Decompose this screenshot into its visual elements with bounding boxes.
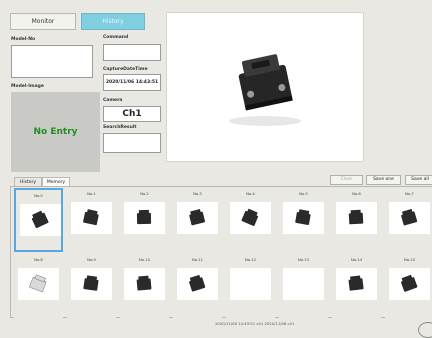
save-all-button[interactable]: Save all xyxy=(405,175,432,185)
memory-slot-label: No.15 xyxy=(403,257,416,262)
memory-slot-thumbnail xyxy=(18,268,59,300)
memory-slot[interactable]: No.12 xyxy=(226,254,275,318)
memory-slot[interactable]: No.11 xyxy=(173,254,222,318)
clear-button[interactable]: Clear xyxy=(330,175,363,185)
memory-slot-label: No.13 xyxy=(297,257,310,262)
memory-slot-thumbnail xyxy=(71,268,112,300)
memory-slot-label: No.0 xyxy=(34,193,43,198)
connector-icon xyxy=(401,208,418,226)
memory-slot-thumbnail xyxy=(177,202,218,234)
memory-slot-label: No.5 xyxy=(299,191,308,196)
connector-icon xyxy=(29,274,47,293)
status-bar-text: 2020/11/06 14:43:51 ch1 2020/11/06 ch1 xyxy=(215,321,295,326)
connector-icon xyxy=(83,209,99,226)
search-result-label: SearchResult xyxy=(103,125,137,130)
memory-slot-thumbnail xyxy=(177,268,218,300)
memory-slot[interactable]: No.8 xyxy=(14,254,63,318)
camera-label: Camera xyxy=(103,98,123,103)
capture-datetime-label: CaptureDateTime xyxy=(103,67,148,72)
memory-slot-thumbnail xyxy=(283,202,324,234)
capture-datetime-field: 2020/11/06 14:43:51 xyxy=(103,74,161,91)
connector-icon xyxy=(83,275,99,291)
memory-slot-label: No.6 xyxy=(352,191,361,196)
connector-icon xyxy=(400,274,418,292)
memory-slot-thumbnail xyxy=(230,268,271,300)
memory-slot[interactable]: No.1 xyxy=(67,188,116,252)
memory-slot-label: No.2 xyxy=(140,191,149,196)
model-no-field xyxy=(11,45,93,78)
memory-slot-label: No.11 xyxy=(191,257,204,262)
memory-slot[interactable]: No.4 xyxy=(226,188,275,252)
command-label: Command xyxy=(103,35,129,40)
model-no-label: Model-No xyxy=(11,37,36,42)
no-entry-text: No Entry xyxy=(33,127,78,137)
memory-slot-label: No.10 xyxy=(138,257,151,262)
memory-slot[interactable]: No.5 xyxy=(279,188,328,252)
corner-indicator-icon xyxy=(418,322,432,338)
memory-slot-label: No.7 xyxy=(405,191,414,196)
memory-slot-thumbnail xyxy=(124,268,165,300)
history-button[interactable]: History xyxy=(81,13,145,30)
command-field xyxy=(103,44,161,61)
camera-field: Ch1 xyxy=(103,106,161,122)
connector-icon xyxy=(295,209,311,225)
memory-slot[interactable]: No.3 xyxy=(173,188,222,252)
save-one-button[interactable]: Save one xyxy=(366,175,401,185)
memory-slot[interactable]: No.0 xyxy=(14,188,63,252)
memory-slot[interactable]: No.9 xyxy=(67,254,116,318)
connector-icon xyxy=(348,275,364,291)
memory-slot-thumbnail xyxy=(71,202,112,234)
connector-part-image xyxy=(229,54,301,126)
memory-slot-thumbnail xyxy=(389,268,430,300)
monitor-button[interactable]: Monitor xyxy=(10,13,76,30)
search-result-field xyxy=(103,133,161,153)
memory-slot[interactable]: No.7 xyxy=(385,188,432,252)
memory-slot-label: No.14 xyxy=(350,257,363,262)
memory-slot-label: No.1 xyxy=(87,191,96,196)
memory-slot-label: No.12 xyxy=(244,257,257,262)
memory-slot-label: No.9 xyxy=(87,257,96,262)
model-image-label: Model-Image xyxy=(11,84,44,89)
model-image-placeholder: No Entry xyxy=(11,92,100,172)
memory-slot-label: No.8 xyxy=(34,257,43,262)
connector-icon xyxy=(189,274,206,292)
memory-slot[interactable]: No.2 xyxy=(120,188,169,252)
memory-slot[interactable]: No.14 xyxy=(332,254,381,318)
connector-icon xyxy=(348,209,364,225)
memory-slot-thumbnail xyxy=(124,202,165,234)
memory-slot[interactable]: No.6 xyxy=(332,188,381,252)
connector-icon xyxy=(136,275,152,291)
memory-slot-thumbnail xyxy=(389,202,430,234)
memory-slot[interactable]: No.15 xyxy=(385,254,432,318)
captured-image xyxy=(166,12,364,162)
memory-slot[interactable]: No.10 xyxy=(120,254,169,318)
memory-slot-thumbnail xyxy=(336,268,377,300)
memory-slot-label: No.4 xyxy=(246,191,255,196)
memory-slot-thumbnail xyxy=(336,202,377,234)
connector-icon xyxy=(189,209,206,226)
connector-icon xyxy=(241,208,259,226)
connector-icon xyxy=(31,210,49,229)
connector-icon xyxy=(136,209,152,225)
memory-slot-thumbnail xyxy=(20,204,61,236)
memory-slot-thumbnail xyxy=(283,268,324,300)
memory-slot-label: No.3 xyxy=(193,191,202,196)
memory-slot-thumbnail xyxy=(230,202,271,234)
memory-slot[interactable]: No.13 xyxy=(279,254,328,318)
